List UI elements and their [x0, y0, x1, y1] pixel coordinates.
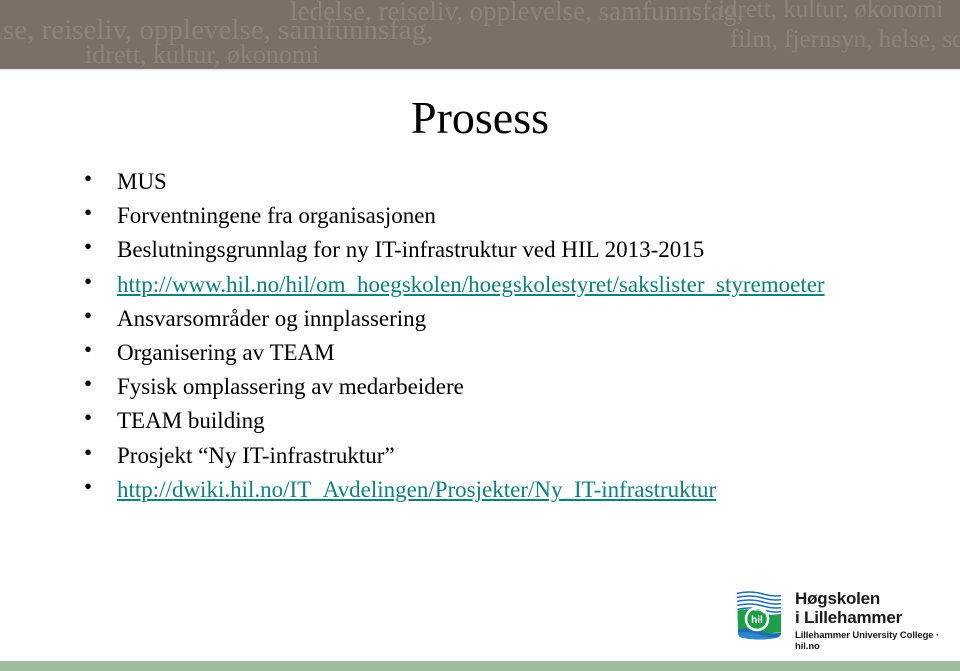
hil-logo-subtitle: Lillehammer University College · hil.no	[795, 630, 940, 652]
list-item: • TEAM building	[68, 405, 898, 437]
list-item-link[interactable]: • http://www.hil.no/hil/om_hoegskolen/ho…	[68, 269, 898, 301]
page-title: Prosess	[410, 92, 550, 143]
hyperlink-dwiki-ny-it-infrastruktur[interactable]: http://dwiki.hil.no/IT_Avdelingen/Prosje…	[117, 474, 898, 506]
list-item-label: Beslutningsgrunnlag for ny IT-infrastruk…	[117, 237, 705, 263]
svg-text:hil: hil	[751, 615, 763, 626]
bullet-dot-icon: •	[84, 234, 93, 260]
list-item-label: Prosjekt “Ny IT-infrastruktur”	[117, 442, 395, 468]
hil-emblem-icon: hil	[733, 589, 785, 641]
list-item-label: Organisering av TEAM	[117, 339, 335, 365]
bullet-dot-icon: •	[84, 200, 93, 226]
list-item-label: TEAM building	[117, 408, 265, 434]
list-item-label: MUS	[117, 169, 167, 194]
header-watermark-line-5: film, fjernsyn, helse, sos	[730, 26, 960, 53]
bullet-dot-icon: •	[84, 371, 93, 397]
list-item: • Ansvarsområder og innplassering	[68, 303, 898, 335]
bullet-list: • MUS • Forventningene fra organisasjone…	[68, 166, 898, 508]
hyperlink-sakslister-styremoeter[interactable]: http://www.hil.no/hil/om_hoegskolen/hoeg…	[117, 269, 898, 301]
bullet-dot-icon: •	[84, 473, 93, 499]
list-item: • Forventningene fra organisasjonen	[68, 200, 898, 232]
bullet-dot-icon: •	[84, 302, 93, 328]
header-watermark-line-3: idrett, kultur, økonomi	[85, 40, 320, 69]
hil-logo-line2: i Lillehammer	[795, 608, 902, 627]
list-item-label: Fysisk omplassering av medarbeidere	[117, 374, 464, 400]
bullet-dot-icon: •	[84, 268, 93, 294]
list-item-label: Ansvarsområder og innplassering	[117, 305, 427, 331]
hil-logo: hil Høgskolen i Lillehammer Lillehammer …	[733, 589, 953, 652]
list-item: • Fysisk omplassering av medarbeidere	[68, 371, 898, 403]
header-watermark-line-4: idrett, kultur, økonomi	[718, 0, 944, 23]
bullet-dot-icon: •	[84, 405, 93, 431]
list-item: • Organisering av TEAM	[68, 337, 898, 369]
list-item-label: Forventningene fra organisasjonen	[117, 203, 436, 229]
list-item: • Beslutningsgrunnlag for ny IT-infrastr…	[68, 234, 898, 266]
list-item-link[interactable]: • http://dwiki.hil.no/IT_Avdelingen/Pros…	[68, 474, 898, 506]
bullet-dot-icon: •	[84, 439, 93, 465]
list-item: • MUS	[68, 166, 898, 198]
bullet-dot-icon: •	[84, 336, 93, 362]
footer-bar	[0, 661, 960, 671]
hil-logo-line1: Høgskolen	[795, 589, 881, 608]
header-divider	[0, 69, 960, 71]
list-item: • Prosjekt “Ny IT-infrastruktur”	[68, 440, 898, 472]
hil-logo-text: Høgskolen i Lillehammer Lillehammer Univ…	[795, 589, 955, 652]
bullet-dot-icon: •	[84, 166, 93, 191]
header-banner: ledelse, reiseliv, opplevelse, samfunnsf…	[0, 0, 960, 69]
